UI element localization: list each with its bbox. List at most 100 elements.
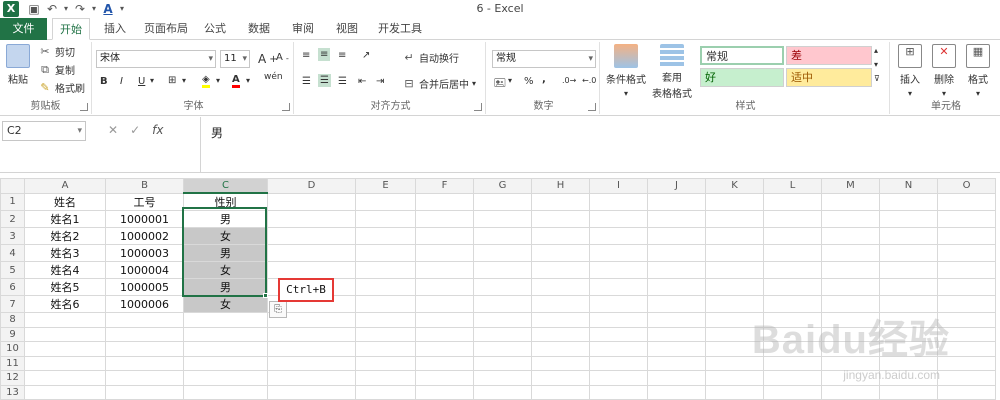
cell-b2[interactable]: 1000001	[105, 210, 184, 228]
cell-i11[interactable]	[589, 355, 648, 371]
cell-l3[interactable]	[763, 227, 822, 245]
cell-g5[interactable]	[473, 261, 532, 279]
cell-o4[interactable]	[937, 244, 996, 262]
column-header-c[interactable]: C	[183, 178, 268, 194]
cell-c13[interactable]	[183, 384, 268, 400]
cancel-icon[interactable]: ✕	[108, 123, 118, 137]
cell-d13[interactable]	[267, 384, 356, 400]
cell-h3[interactable]	[531, 227, 590, 245]
cell-h11[interactable]	[531, 355, 590, 371]
font-name-select[interactable]: 宋体	[96, 50, 216, 68]
column-header-l[interactable]: L	[763, 178, 822, 194]
merge-center-button[interactable]: ⊟ 合并后居中 ▾	[402, 76, 476, 92]
currency-dropdown-icon[interactable]: ▾	[508, 76, 512, 85]
cell-h5[interactable]	[531, 261, 590, 279]
column-header-o[interactable]: O	[937, 178, 996, 194]
insert-cells-button[interactable]: ⊞ 插入 ▾	[898, 44, 922, 98]
cell-g10[interactable]	[473, 341, 532, 357]
cell-g3[interactable]	[473, 227, 532, 245]
cell-e6[interactable]	[355, 278, 416, 296]
cell-i12[interactable]	[589, 370, 648, 386]
cell-k6[interactable]	[705, 278, 764, 296]
cell-c3[interactable]: 女	[183, 227, 268, 245]
cell-l2[interactable]	[763, 210, 822, 228]
cell-e12[interactable]	[355, 370, 416, 386]
align-left-icon[interactable]: ☰	[302, 76, 311, 87]
column-header-b[interactable]: B	[105, 178, 184, 194]
cell-f9[interactable]	[415, 326, 474, 342]
cell-j12[interactable]	[647, 370, 706, 386]
currency-icon[interactable]: 🖭	[494, 76, 506, 93]
cell-o12[interactable]	[937, 370, 996, 386]
row-header[interactable]: 12	[0, 370, 25, 386]
row-header[interactable]: 7	[0, 295, 25, 313]
cell-n13[interactable]	[879, 384, 938, 400]
cell-i8[interactable]	[589, 312, 648, 328]
cell-c10[interactable]	[183, 341, 268, 357]
cell-g8[interactable]	[473, 312, 532, 328]
cell-f6[interactable]	[415, 278, 474, 296]
cell-e1[interactable]	[355, 192, 416, 211]
tab-page-layout[interactable]: 页面布局	[140, 18, 192, 40]
cell-e9[interactable]	[355, 326, 416, 342]
fill-color-icon[interactable]: ◈	[202, 74, 210, 88]
styles-more-icon[interactable]: ⊽	[874, 74, 880, 83]
cell-e8[interactable]	[355, 312, 416, 328]
border-icon[interactable]: ⊞	[168, 75, 176, 86]
cell-m3[interactable]	[821, 227, 880, 245]
number-launcher-icon[interactable]	[588, 103, 596, 111]
phonetic-icon[interactable]: wén	[264, 72, 283, 82]
cell-i1[interactable]	[589, 192, 648, 211]
comma-button[interactable]: ,	[542, 74, 546, 85]
cell-b13[interactable]	[105, 384, 184, 400]
tab-view[interactable]: 视图	[332, 18, 362, 40]
cell-h4[interactable]	[531, 244, 590, 262]
style-good[interactable]: 好	[700, 68, 784, 87]
align-top-icon[interactable]: ≡	[302, 50, 310, 61]
cell-h8[interactable]	[531, 312, 590, 328]
cell-b9[interactable]	[105, 326, 184, 342]
cell-f13[interactable]	[415, 384, 474, 400]
enter-icon[interactable]: ✓	[130, 123, 140, 137]
cell-g9[interactable]	[473, 326, 532, 342]
cell-e3[interactable]	[355, 227, 416, 245]
fill-color-dropdown-icon[interactable]: ▾	[216, 76, 220, 85]
cell-m13[interactable]	[821, 384, 880, 400]
bold-button[interactable]: B	[100, 76, 108, 87]
font-size-select[interactable]: 11	[220, 50, 250, 68]
worksheet-grid[interactable]: ABCDEFGHIJKLMNO 1 姓名 工号 性别 2 姓名1 1000001 男 3 姓名2 1…	[0, 178, 1000, 400]
alignment-launcher-icon[interactable]	[474, 103, 482, 111]
cell-d5[interactable]	[267, 261, 356, 279]
cell-a2[interactable]: 姓名1	[24, 210, 106, 228]
row-header[interactable]: 11	[0, 355, 25, 371]
cell-b5[interactable]: 1000004	[105, 261, 184, 279]
cell-l13[interactable]	[763, 384, 822, 400]
cell-c7[interactable]: 女	[183, 295, 268, 313]
tab-formulas[interactable]: 公式	[200, 18, 230, 40]
formula-input[interactable]: 男	[200, 117, 1000, 173]
style-normal[interactable]: 常规	[700, 46, 784, 65]
column-header-g[interactable]: G	[473, 178, 532, 194]
cell-h7[interactable]	[531, 295, 590, 313]
font-color-button-icon[interactable]: A	[232, 74, 240, 88]
cell-f5[interactable]	[415, 261, 474, 279]
cell-c2[interactable]: 男	[183, 210, 268, 228]
cell-b3[interactable]: 1000002	[105, 227, 184, 245]
font-launcher-icon[interactable]	[282, 103, 290, 111]
cell-l4[interactable]	[763, 244, 822, 262]
cell-e7[interactable]	[355, 295, 416, 313]
cell-c11[interactable]	[183, 355, 268, 371]
style-neutral[interactable]: 适中	[786, 68, 872, 87]
cell-h9[interactable]	[531, 326, 590, 342]
cell-f11[interactable]	[415, 355, 474, 371]
paste-options-icon[interactable]: ⎘	[269, 301, 287, 318]
cell-i3[interactable]	[589, 227, 648, 245]
fill-handle[interactable]	[263, 293, 268, 298]
cell-d10[interactable]	[267, 341, 356, 357]
align-right-icon[interactable]: ☰	[338, 76, 347, 87]
cell-a3[interactable]: 姓名2	[24, 227, 106, 245]
cell-b1[interactable]: 工号	[105, 192, 184, 211]
delete-cells-button[interactable]: ✕ 删除 ▾	[932, 44, 956, 98]
row-header[interactable]: 10	[0, 341, 25, 357]
tab-data[interactable]: 数据	[244, 18, 274, 40]
